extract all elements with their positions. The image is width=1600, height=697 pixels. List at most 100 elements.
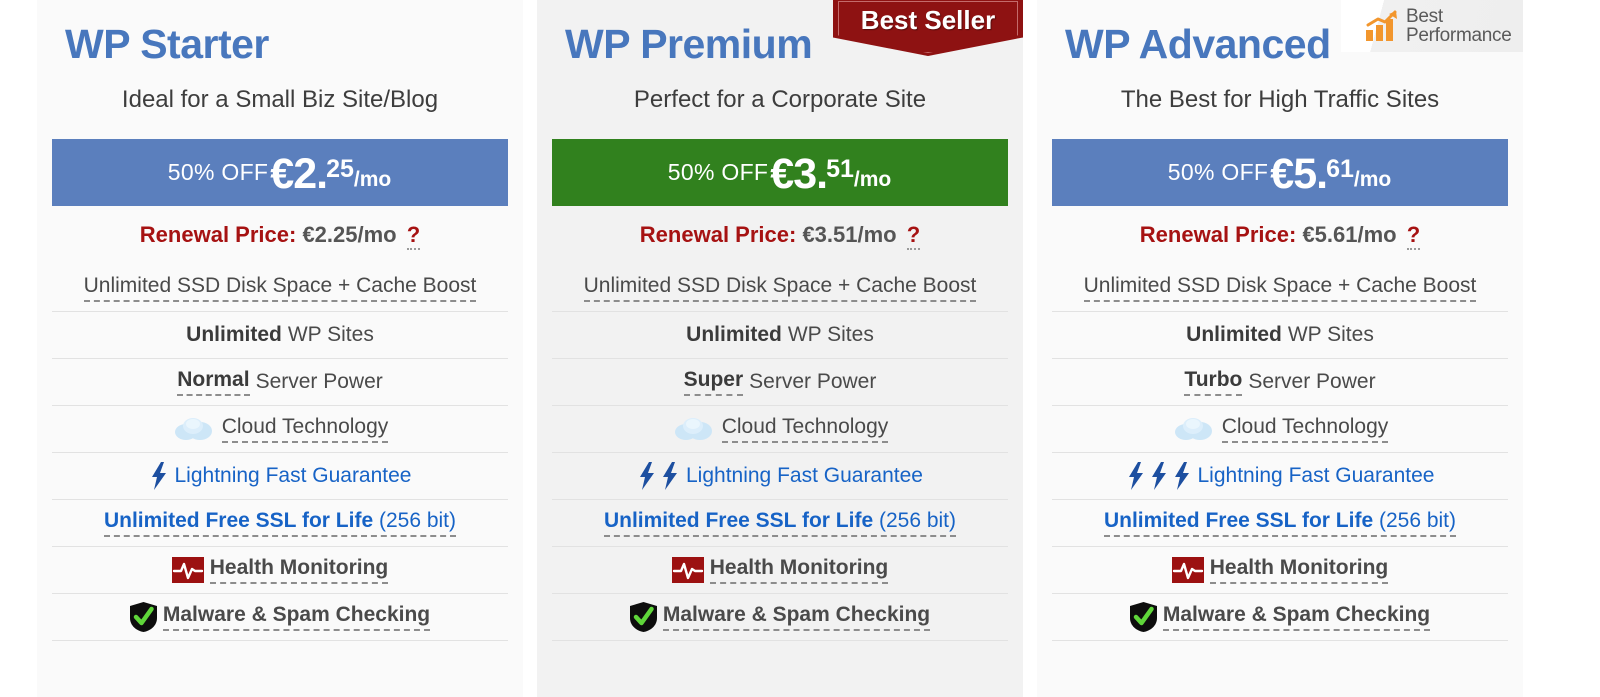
feature-row-malware-checking: Malware & Spam Checking — [52, 593, 508, 642]
price-band: 50% OFF €3. 51/mo — [552, 139, 1008, 207]
price-amount: €3. — [770, 150, 828, 199]
feature-label-wp-sites: WP Sites — [1287, 323, 1374, 347]
cloud-icon — [1172, 416, 1216, 442]
feature-label-malware-checking[interactable]: Malware & Spam Checking — [162, 603, 431, 632]
shield-check-icon — [129, 602, 157, 633]
price-amount: €5. — [1270, 150, 1328, 199]
price-cents: 51 — [826, 155, 854, 184]
feature-label-disk-space[interactable]: Unlimited SSD Disk Space + Cache Boost — [83, 274, 477, 303]
price-period: /mo — [853, 167, 892, 191]
feature-label-cloud-technology[interactable]: Cloud Technology — [721, 415, 889, 444]
feature-label-cloud-technology[interactable]: Cloud Technology — [221, 415, 389, 444]
plan-header: WP Starter Ideal for a Small Biz Site/Bl… — [37, 0, 523, 114]
feature-list: Unlimited SSD Disk Space + Cache Boost U… — [1052, 265, 1508, 642]
feature-row-health-monitoring: Health Monitoring — [1052, 546, 1508, 593]
feature-label-ssl: Unlimited Free SSL for Life — [103, 509, 374, 533]
feature-row-wp-sites: Unlimited WP Sites — [52, 311, 508, 358]
feature-label-server-power: Server Power — [255, 370, 383, 394]
feature-label-disk-space[interactable]: Unlimited SSD Disk Space + Cache Boost — [583, 274, 977, 303]
best-performance-label: Best Performance — [1406, 6, 1512, 46]
plan-card-wp-premium[interactable]: Best Seller WP Premium Perfect for a Cor… — [537, 0, 1023, 697]
lightning-bolt-icon — [1172, 462, 1192, 491]
feature-row-cloud-technology: Cloud Technology — [552, 405, 1008, 452]
best-performance-line2: Performance — [1406, 25, 1512, 46]
feature-label-server-power: Server Power — [1248, 370, 1376, 394]
feature-label-lightning-fast[interactable]: Lightning Fast Guarantee — [1198, 464, 1435, 488]
lightning-bolt-icon — [1126, 462, 1146, 491]
feature-label-lightning-fast[interactable]: Lightning Fast Guarantee — [686, 464, 923, 488]
feature-row-malware-checking: Malware & Spam Checking — [552, 593, 1008, 642]
feature-ssl-bits: (256 bit) — [878, 509, 957, 533]
feature-value-server-power[interactable]: Turbo — [1184, 368, 1243, 397]
renewal-price-row: Renewal Price: €3.51/mo ? — [537, 222, 1023, 251]
feature-ssl-wrapper[interactable]: Unlimited Free SSL for Life (256 bit) — [103, 509, 457, 538]
feature-row-cloud-technology: Cloud Technology — [52, 405, 508, 452]
best-performance-badge: Best Performance — [1341, 0, 1523, 52]
discount-label: 50% OFF — [167, 159, 269, 186]
renewal-help-icon[interactable]: ? — [406, 222, 421, 251]
feature-value-server-power[interactable]: Super — [683, 368, 744, 397]
health-monitor-icon — [671, 557, 704, 584]
feature-label-lightning-fast[interactable]: Lightning Fast Guarantee — [175, 464, 412, 488]
feature-label-health-monitoring[interactable]: Health Monitoring — [1209, 556, 1389, 585]
lightning-bolt-group — [1126, 462, 1192, 491]
feature-label-health-monitoring[interactable]: Health Monitoring — [209, 556, 389, 585]
plan-subtitle: The Best for High Traffic Sites — [1120, 86, 1440, 114]
plan-subtitle: Perfect for a Corporate Site — [633, 86, 927, 114]
feature-label-malware-checking[interactable]: Malware & Spam Checking — [1162, 603, 1431, 632]
feature-row-cloud-technology: Cloud Technology — [1052, 405, 1508, 452]
best-seller-label: Best Seller — [860, 5, 996, 35]
discount-label: 50% OFF — [1167, 159, 1269, 186]
feature-value-server-power[interactable]: Normal — [177, 368, 250, 397]
renewal-price-row: Renewal Price: €2.25/mo ? — [37, 222, 523, 251]
feature-label-disk-space[interactable]: Unlimited SSD Disk Space + Cache Boost — [1083, 274, 1477, 303]
plan-columns: WP Starter Ideal for a Small Biz Site/Bl… — [37, 0, 1557, 697]
cloud-icon — [172, 416, 216, 442]
plan-card-wp-starter[interactable]: WP Starter Ideal for a Small Biz Site/Bl… — [37, 0, 523, 697]
lightning-bolt-group — [637, 462, 680, 491]
feature-ssl-wrapper[interactable]: Unlimited Free SSL for Life (256 bit) — [1103, 509, 1457, 538]
renewal-label: Renewal Price: — [1139, 222, 1297, 248]
feature-row-health-monitoring: Health Monitoring — [552, 546, 1008, 593]
renewal-label: Renewal Price: — [639, 222, 797, 248]
feature-label-wp-sites: WP Sites — [287, 323, 374, 347]
feature-row-disk-space: Unlimited SSD Disk Space + Cache Boost — [552, 265, 1008, 311]
plan-card-wp-advanced[interactable]: Best Performance WP Advanced The Best fo… — [1037, 0, 1523, 697]
renewal-price-row: Renewal Price: €5.61/mo ? — [1037, 222, 1523, 251]
renewal-help-icon[interactable]: ? — [906, 222, 921, 251]
feature-row-malware-checking: Malware & Spam Checking — [1052, 593, 1508, 642]
feature-label-malware-checking[interactable]: Malware & Spam Checking — [662, 603, 931, 632]
feature-ssl-wrapper[interactable]: Unlimited Free SSL for Life (256 bit) — [603, 509, 957, 538]
feature-row-ssl: Unlimited Free SSL for Life (256 bit) — [52, 499, 508, 546]
feature-row-wp-sites: Unlimited WP Sites — [552, 311, 1008, 358]
feature-label-ssl: Unlimited Free SSL for Life — [603, 509, 874, 533]
renewal-help-icon[interactable]: ? — [1406, 222, 1421, 251]
feature-value-wp-sites: Unlimited — [186, 323, 282, 347]
feature-value-wp-sites: Unlimited — [1186, 323, 1282, 347]
health-monitor-icon — [171, 557, 204, 584]
price-cents: 25 — [326, 155, 354, 184]
feature-row-wp-sites: Unlimited WP Sites — [1052, 311, 1508, 358]
feature-row-ssl: Unlimited Free SSL for Life (256 bit) — [552, 499, 1008, 546]
health-monitor-icon — [1171, 557, 1204, 584]
shield-check-icon — [629, 602, 657, 633]
bar-chart-arrow-icon — [1365, 10, 1399, 42]
price-amount: €2. — [270, 150, 328, 199]
feature-ssl-bits: (256 bit) — [378, 509, 457, 533]
feature-row-ssl: Unlimited Free SSL for Life (256 bit) — [1052, 499, 1508, 546]
lightning-bolt-icon — [637, 462, 657, 491]
feature-row-lightning-fast: Lightning Fast Guarantee — [52, 452, 508, 499]
renewal-value: €3.51/mo — [802, 222, 897, 248]
lightning-bolt-group — [149, 462, 169, 491]
price-period: /mo — [353, 167, 392, 191]
best-seller-badge: Best Seller — [833, 0, 1023, 56]
feature-row-server-power: Turbo Server Power — [1052, 358, 1508, 405]
best-performance-line1: Best — [1406, 6, 1443, 27]
feature-label-cloud-technology[interactable]: Cloud Technology — [1221, 415, 1389, 444]
pricing-table: WP Starter Ideal for a Small Biz Site/Bl… — [0, 0, 1600, 697]
price-period: /mo — [1353, 167, 1392, 191]
lightning-bolt-icon — [660, 462, 680, 491]
feature-label-health-monitoring[interactable]: Health Monitoring — [709, 556, 889, 585]
renewal-value: €2.25/mo — [302, 222, 397, 248]
feature-ssl-bits: (256 bit) — [1378, 509, 1457, 533]
